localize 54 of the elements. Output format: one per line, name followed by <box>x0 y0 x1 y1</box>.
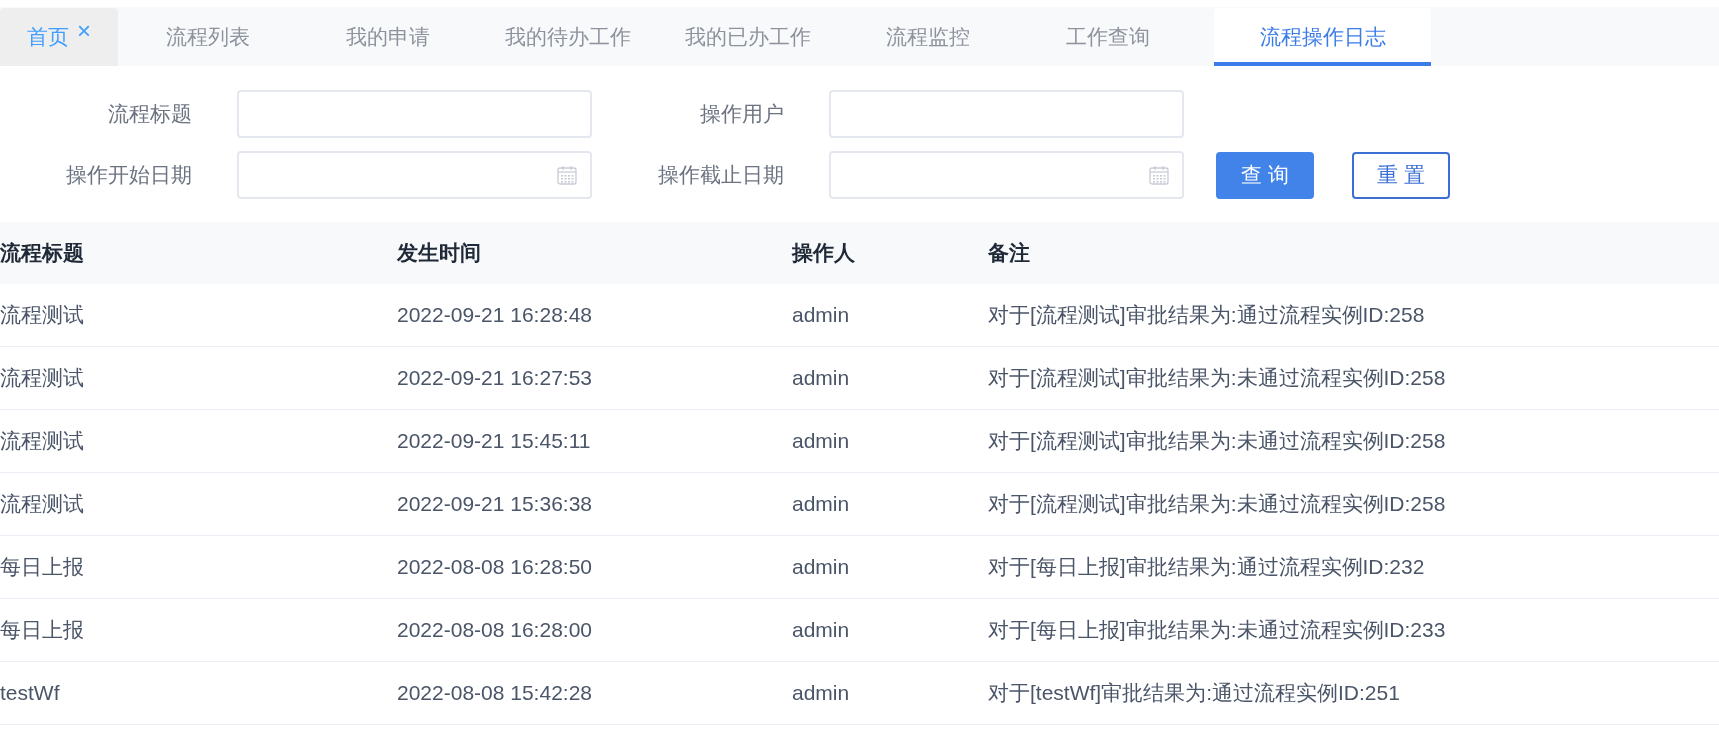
table-cell: 流程测试 <box>0 410 397 473</box>
tab[interactable]: 流程操作日志 <box>1214 8 1431 66</box>
table-cell: admin <box>792 473 988 536</box>
table-cell: 2022-09-21 15:45:11 <box>397 410 792 473</box>
date-field[interactable] <box>237 151 592 199</box>
calendar-icon <box>1148 164 1170 186</box>
table-cell: 流程测试 <box>0 347 397 410</box>
field-label: 操作用户 <box>699 101 785 128</box>
tab[interactable]: 流程监控 <box>838 8 1018 66</box>
table-cell: 对于[每日上报]审批结果为:通过流程实例ID:232 <box>988 536 1719 599</box>
tab[interactable]: 我的待办工作 <box>478 8 658 66</box>
table-cell: 对于[testWf]审批结果为:通过流程实例ID:251 <box>988 662 1719 725</box>
column-header: 流程标题 <box>0 222 397 284</box>
table-cell: admin <box>792 599 988 662</box>
close-icon[interactable]: × <box>77 19 91 43</box>
table-cell: admin <box>792 410 988 473</box>
table-cell: 流程测试 <box>0 284 397 347</box>
date-field[interactable] <box>829 151 1184 199</box>
table-cell: admin <box>792 347 988 410</box>
column-header: 发生时间 <box>397 222 792 284</box>
tab[interactable]: 我的已办工作 <box>658 8 838 66</box>
field-label: 流程标题 <box>107 101 193 128</box>
reset-button[interactable]: 重置 <box>1352 151 1450 199</box>
table-cell: 对于[每日上报]审批结果为:未通过流程实例ID:233 <box>988 599 1719 662</box>
table-cell: 2022-08-08 16:28:50 <box>397 536 792 599</box>
table-cell: 对于[流程测试]审批结果为:未通过流程实例ID:258 <box>988 410 1719 473</box>
tab-label: 首页 <box>27 24 69 51</box>
input-field[interactable] <box>237 90 592 138</box>
query-button[interactable]: 查询 <box>1216 151 1314 199</box>
field-label: 操作开始日期 <box>65 162 193 189</box>
table-cell: 2022-09-21 16:28:48 <box>397 284 792 347</box>
table-cell: 对于[流程测试]审批结果为:未通过流程实例ID:258 <box>988 473 1719 536</box>
table-cell: 2022-09-21 15:36:38 <box>397 473 792 536</box>
calendar-icon <box>556 164 578 186</box>
table-cell: 每日上报 <box>0 536 397 599</box>
tab[interactable]: 工作查询 <box>1018 8 1198 66</box>
home-tab[interactable]: 首页 × <box>0 8 118 66</box>
input-field[interactable] <box>829 90 1184 138</box>
table-cell: 2022-08-08 15:42:28 <box>397 662 792 725</box>
table-cell: 对于[流程测试]审批结果为:未通过流程实例ID:258 <box>988 347 1719 410</box>
table-cell: 每日上报 <box>0 599 397 662</box>
table-cell: admin <box>792 536 988 599</box>
table-cell: 对于[流程测试]审批结果为:通过流程实例ID:258 <box>988 284 1719 347</box>
table-cell: 2022-08-08 16:28:00 <box>397 599 792 662</box>
table-cell: admin <box>792 662 988 725</box>
table-cell: 流程测试 <box>0 473 397 536</box>
column-header: 操作人 <box>792 222 988 284</box>
table-cell: admin <box>792 284 988 347</box>
table-cell: testWf <box>0 662 397 725</box>
field-label: 操作截止日期 <box>657 162 785 189</box>
column-header: 备注 <box>988 222 1719 284</box>
table-cell: 2022-09-21 16:27:53 <box>397 347 792 410</box>
tab[interactable]: 我的申请 <box>298 8 478 66</box>
tab[interactable]: 流程列表 <box>118 8 298 66</box>
